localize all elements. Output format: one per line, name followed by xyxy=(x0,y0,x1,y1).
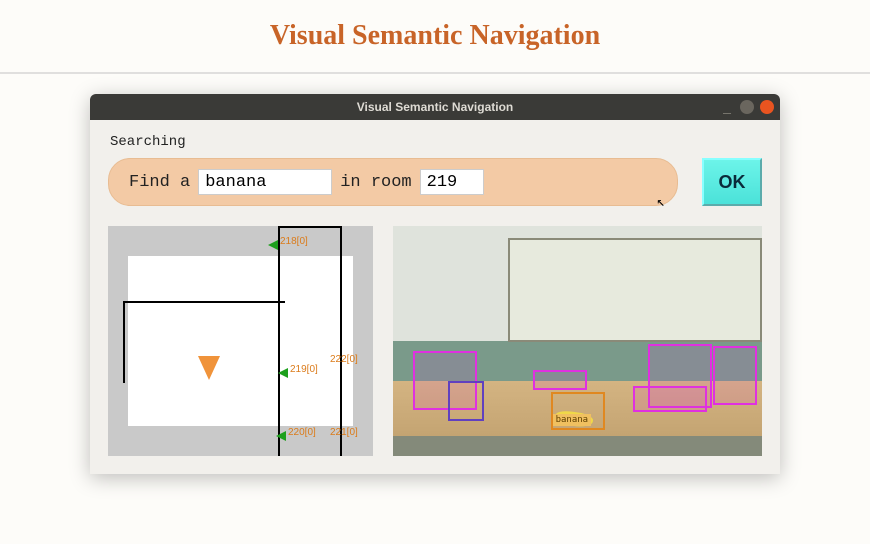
banana-detection-box: banana xyxy=(551,392,605,430)
map-panel: 218[0] 219[0] 222[0] 220[0] 221[0] xyxy=(108,226,373,456)
detection-label: banana xyxy=(553,414,592,426)
camera-panel: banana xyxy=(393,226,762,456)
content-area: Searching Find a in room ↖ OK 218[0] xyxy=(90,120,780,474)
whiteboard xyxy=(508,238,762,342)
map-interior xyxy=(128,256,353,426)
door-arrow-icon xyxy=(268,240,278,250)
app-window: Visual Semantic Navigation _ Searching F… xyxy=(90,94,780,474)
ok-button[interactable]: OK xyxy=(702,158,762,206)
titlebar: Visual Semantic Navigation _ xyxy=(90,94,780,120)
room-label: 219[0] xyxy=(290,364,318,375)
room-label: 221[0] xyxy=(330,427,358,438)
detection-box xyxy=(633,386,707,412)
minimize-icon[interactable]: _ xyxy=(720,100,734,114)
window-controls: _ xyxy=(720,100,774,114)
object-input[interactable] xyxy=(198,169,332,195)
maximize-icon[interactable] xyxy=(740,100,754,114)
detection-box xyxy=(448,381,484,421)
views-row: 218[0] 219[0] 222[0] 220[0] 221[0] xyxy=(108,226,762,456)
status-label: Searching xyxy=(108,130,762,158)
detection-box xyxy=(533,370,587,390)
query-row: Find a in room ↖ OK xyxy=(108,158,762,206)
query-prefix: Find a xyxy=(129,173,190,192)
robot-marker-icon xyxy=(198,356,220,380)
cursor-icon: ↖ xyxy=(657,194,665,211)
door-arrow-icon xyxy=(276,431,286,441)
door-arrow-icon xyxy=(278,368,288,378)
query-middle: in room xyxy=(340,173,411,192)
room-label: 220[0] xyxy=(288,427,316,438)
detection-box xyxy=(713,346,757,405)
page-title: Visual Semantic Navigation xyxy=(0,0,870,74)
room-input[interactable] xyxy=(420,169,484,195)
close-icon[interactable] xyxy=(760,100,774,114)
window-title: Visual Semantic Navigation xyxy=(90,100,780,114)
room-label: 218[0] xyxy=(280,236,308,247)
query-pill: Find a in room ↖ xyxy=(108,158,678,206)
room-label: 222[0] xyxy=(330,354,358,365)
floor xyxy=(393,436,762,456)
